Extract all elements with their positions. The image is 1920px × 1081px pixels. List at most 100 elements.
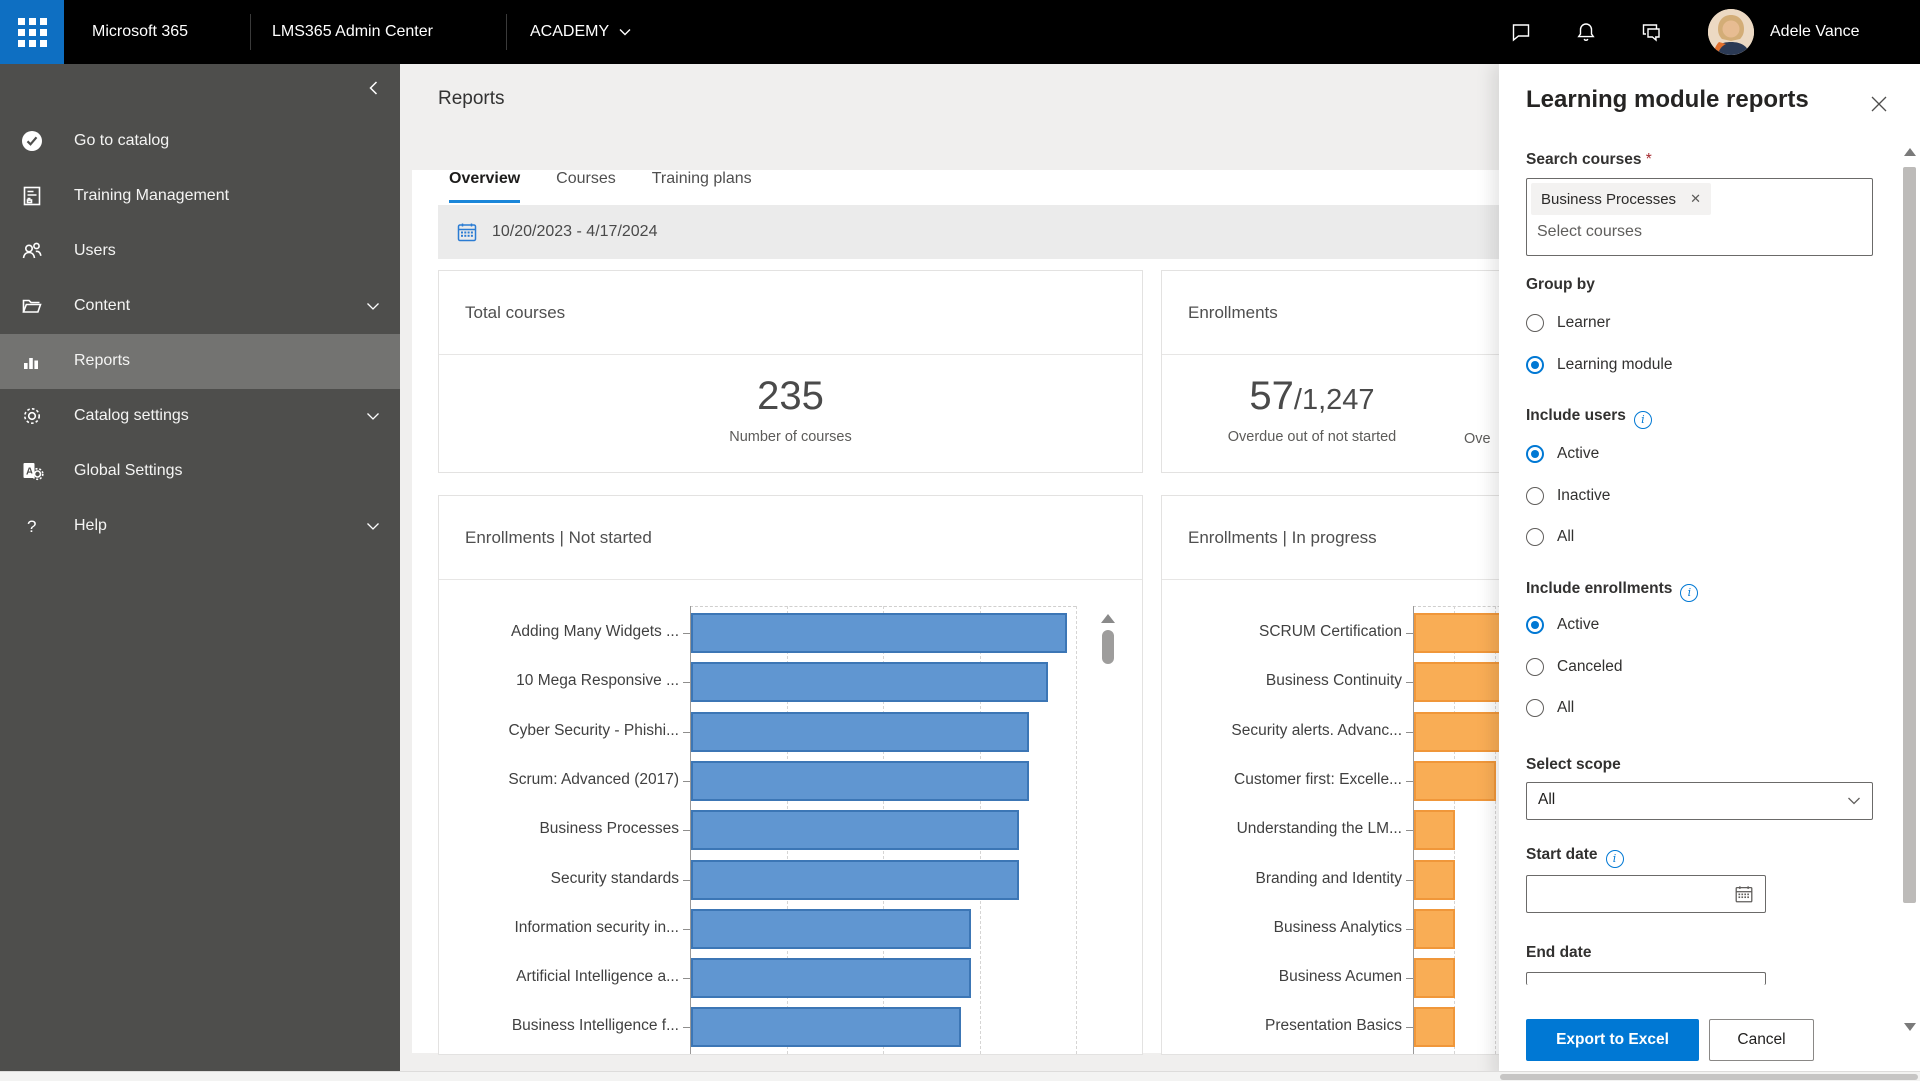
svg-text:A: A (26, 467, 33, 478)
sidebar-item-global-settings[interactable]: A Global Settings (0, 444, 400, 499)
sidebar-item-catalog-settings[interactable]: Catalog settings (0, 389, 400, 444)
feedback-button[interactable] (1635, 16, 1667, 48)
card-title: Enrollments (1188, 303, 1278, 322)
chart-category-label: Cyber Security - Phishi... (508, 721, 679, 739)
bar-security-alerts-advanc-[interactable] (1414, 711, 1513, 752)
bar-business-intelligence-f-[interactable] (691, 1007, 962, 1048)
scroll-up-icon[interactable] (1904, 148, 1916, 156)
export-to-excel-button[interactable]: Export to Excel (1526, 1019, 1699, 1061)
bar-security-standards[interactable] (691, 859, 1020, 900)
tenant-selector[interactable]: ACADEMY (530, 0, 633, 64)
chart-category-label: Business Intelligence f... (511, 1017, 679, 1035)
sidebar-item-go-to-catalog[interactable]: Go to catalog (0, 114, 400, 169)
axis-tick (683, 633, 690, 634)
tab-training-plans[interactable]: Training plans (652, 170, 752, 203)
bar-presentation-basics[interactable] (1414, 1007, 1456, 1048)
axis-tick (1406, 830, 1413, 832)
chart-scroll-up-icon[interactable] (1101, 614, 1115, 623)
bar-cyber-security-phishi-[interactable] (691, 711, 1029, 752)
radio-group-by-learner[interactable]: Learner (1526, 314, 1610, 332)
notifications-button[interactable] (1570, 16, 1602, 48)
bar-customer-first-excelle-[interactable] (1414, 760, 1497, 801)
radio-include-enrollments-canceled[interactable]: Canceled (1526, 657, 1623, 676)
page-title: Reports (438, 88, 505, 109)
global-settings-icon: A (20, 459, 44, 483)
sidebar-item-reports[interactable]: Reports (0, 333, 400, 389)
chart-scrollbar-thumb[interactable] (1102, 630, 1114, 664)
panel-scrollbar[interactable] (1903, 148, 1917, 1038)
scope-dropdown[interactable]: All (1526, 782, 1873, 820)
tab-courses[interactable]: Courses (556, 170, 616, 203)
radio-label: Learner (1557, 314, 1611, 331)
bar-scrum-advanced-2017-[interactable] (691, 760, 1029, 801)
sidebar-item-users[interactable]: Users (0, 224, 400, 279)
sidebar-item-label: Training Management (74, 187, 230, 204)
selected-course-chip[interactable]: Business Processes ✕ (1531, 183, 1711, 215)
radio-include-users-inactive[interactable]: Inactive (1526, 486, 1610, 505)
start-date-input[interactable] (1526, 875, 1766, 913)
bar-artificial-intelligence-a-[interactable] (691, 958, 971, 999)
bar-understanding-the-lm-[interactable] (1414, 810, 1456, 851)
panel-close-button[interactable] (1865, 90, 1893, 118)
total-courses-card: Total courses 235 Number of courses (438, 270, 1143, 473)
calendar-icon[interactable] (1733, 883, 1755, 905)
axis-tick (683, 1027, 690, 1029)
sidebar-item-label: Global Settings (74, 462, 183, 479)
axis-tick (683, 879, 690, 881)
bar-business-processes[interactable] (691, 810, 1020, 851)
chip-remove-icon[interactable]: ✕ (1690, 191, 1701, 207)
total-courses-value: 235 (757, 374, 824, 418)
axis-tick (1406, 978, 1413, 980)
chart-category-label: SCRUM Certification (1259, 623, 1402, 640)
scroll-down-icon[interactable] (1904, 1023, 1916, 1031)
radio-include-enrollments-all[interactable]: All (1526, 699, 1574, 717)
axis-tick (1406, 731, 1413, 733)
end-date-input[interactable] (1526, 972, 1766, 985)
sidebar-item-content[interactable]: Content (0, 279, 400, 334)
bar-10-mega-responsive-[interactable] (691, 662, 1049, 703)
info-icon[interactable]: i (1605, 850, 1624, 868)
top-app-bar: Microsoft 365 LMS365 Admin Center ACADEM… (0, 0, 1920, 64)
sidebar-item-label: Go to catalog (74, 132, 170, 149)
user-name[interactable]: Adele Vance (1770, 0, 1860, 64)
radio-include-users-all[interactable]: All (1526, 528, 1574, 546)
date-range-picker[interactable]: 10/20/2023 - 4/17/2024 (438, 205, 1500, 259)
sidebar-item-training-management[interactable]: Training Management (0, 169, 400, 224)
radio-include-enrollments-active[interactable]: Active (1526, 616, 1599, 634)
app-launcher-button[interactable] (0, 0, 64, 64)
axis-tick (683, 682, 690, 684)
chart-category-label: Artificial Intelligence a... (516, 968, 679, 986)
search-courses-placeholder: Select courses (1537, 223, 1642, 240)
user-avatar[interactable] (1708, 9, 1754, 55)
group-label-group-by: Group by (1526, 276, 1595, 293)
bar-information-security-in-[interactable] (691, 908, 971, 949)
radio-icon (1526, 486, 1544, 505)
cancel-button[interactable]: Cancel (1709, 1019, 1814, 1061)
bar-branding-and-identity[interactable] (1414, 859, 1456, 900)
bar-business-acumen[interactable] (1414, 958, 1456, 999)
catalog-check-icon (20, 129, 44, 153)
users-icon (20, 239, 44, 263)
bar-adding-many-widgets-[interactable] (691, 613, 1068, 653)
brand-link[interactable]: Microsoft 365 (92, 0, 188, 64)
scrollbar-thumb[interactable] (1903, 167, 1916, 903)
sidebar-collapse-button[interactable] (362, 76, 386, 100)
radio-include-users-active[interactable]: Active (1526, 445, 1599, 463)
bar-business-analytics[interactable] (1414, 908, 1456, 949)
radio-group-by-learning-module[interactable]: Learning module (1526, 355, 1672, 374)
chat-button[interactable] (1505, 16, 1537, 48)
chart-title: Enrollments | Not started (465, 528, 652, 547)
search-courses-input[interactable]: Business Processes ✕ Select courses (1526, 178, 1873, 256)
sidebar-item-help[interactable]: ? Help (0, 499, 400, 554)
info-icon[interactable]: i (1633, 411, 1652, 429)
horizontal-scrollbar-thumb[interactable] (1500, 1074, 1918, 1080)
sidebar-item-label: Reports (74, 352, 131, 369)
end-date-label: End date (1526, 944, 1592, 961)
chart-title: Enrollments | In progress (1188, 528, 1377, 547)
radio-label: Active (1557, 616, 1600, 633)
info-icon[interactable]: i (1680, 584, 1699, 602)
date-range-value: 10/20/2023 - 4/17/2024 (492, 223, 658, 240)
chart-category-label: Scrum: Advanced (2017) (508, 770, 679, 788)
tab-overview[interactable]: Overview (449, 170, 521, 203)
app-title[interactable]: LMS365 Admin Center (272, 0, 433, 64)
